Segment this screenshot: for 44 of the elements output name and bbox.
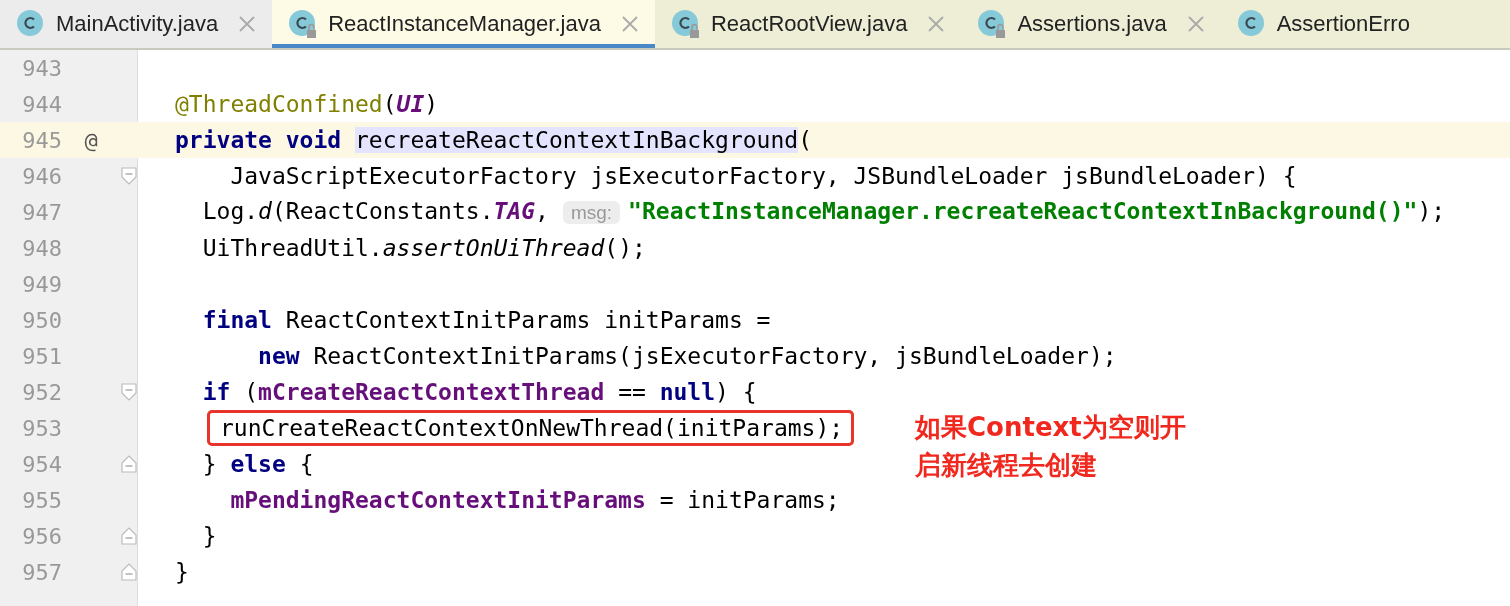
fold-icon[interactable] [121,455,137,473]
line-number: 957 [21,559,62,585]
fold-icon[interactable] [121,527,137,545]
fold-icon[interactable] [121,383,137,401]
gutter-marker[interactable]: @ [84,127,98,153]
line-number: 947 [21,199,62,225]
code-line: Log.d(ReactConstants.TAG, msg: "ReactInstanceManager.recreateReactContextInBackground()"); [201,197,1446,226]
line-number: 951 [21,343,62,369]
code-line: JavaScriptExecutorFactory jsExecutorFactory, JSBundleLoader jsBundleLoader) { [229,162,1297,191]
class-icon [16,9,46,39]
code-line: new ReactContextInitParams(jsExecutorFactory, jsBundleLoader); [257,342,1117,371]
code-line: UiThreadUtil.assertOnUiThread(); [201,234,646,263]
close-icon[interactable] [238,15,257,33]
code-line: @ThreadConfined(UI) [175,90,439,119]
code-line: mPendingReactContextInitParams = initParams; [229,486,840,515]
code-line: } else { [201,450,314,479]
line-number: 955 [21,487,62,513]
editor-tab[interactable]: MainActivity.java [0,0,273,48]
line-number: 943 [21,55,62,81]
fold-icon[interactable] [121,167,137,185]
editor-tab[interactable]: ReactInstanceManager.java [272,0,655,48]
line-number: 949 [21,271,62,297]
close-icon[interactable] [927,15,946,33]
line-number: 956 [21,523,62,549]
close-icon[interactable] [620,15,639,33]
line-number: 944 [21,91,62,117]
annotation-text: 如果Context为空则开 启新线程去创建 [915,411,1186,482]
close-icon[interactable] [1186,15,1205,33]
code-line: } [201,522,217,551]
line-number: 953 [21,415,62,441]
code-line: } [175,558,189,587]
line-number: 950 [21,307,62,333]
class-icon [670,9,701,39]
line-number: 945 [21,127,62,153]
line-number: 946 [21,163,62,189]
line-number: 948 [21,235,62,261]
code-line: if (mCreateReactContextThread == null) { [201,378,757,407]
line-number: 954 [21,451,62,477]
class-icon [1236,9,1267,39]
line-number: 952 [21,379,62,405]
class-icon [977,9,1008,39]
class-icon [288,9,319,39]
fold-icon[interactable] [121,563,137,581]
code-line: final ReactContextInitParams initParams = [201,306,771,335]
